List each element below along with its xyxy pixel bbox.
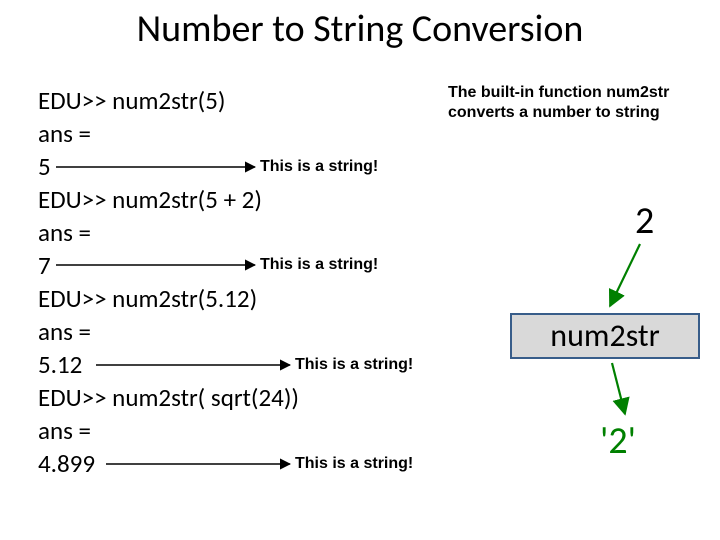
diagram-box: num2str: [510, 313, 700, 359]
code-line-2: ans =: [38, 118, 91, 149]
arrow-into-box: [610, 244, 640, 306]
arrow-out-of-box: [612, 363, 625, 414]
code-line-4: EDU>> num2str(5 + 2): [38, 184, 262, 215]
slide-title: Number to String Conversion: [0, 6, 720, 52]
code-line-3: 5: [38, 151, 51, 182]
code-line-10: EDU>> num2str( sqrt(24)): [38, 382, 299, 413]
description-text: The built-in function num2str converts a…: [448, 83, 698, 123]
diagram-output: '2': [600, 418, 636, 464]
code-line-11: ans =: [38, 415, 91, 446]
annotation-2: This is a string!: [260, 256, 378, 274]
slide: Number to String Conversion EDU>> num2st…: [0, 0, 720, 540]
code-line-12: 4.899: [38, 448, 95, 479]
code-line-6: 7: [38, 250, 51, 281]
diagram-input: 2: [635, 198, 654, 244]
code-line-5: ans =: [38, 217, 91, 248]
code-line-1: EDU>> num2str(5): [38, 85, 226, 116]
code-line-9: 5.12: [38, 349, 82, 380]
code-line-8: ans =: [38, 316, 91, 347]
annotation-1: This is a string!: [260, 158, 378, 176]
annotation-4: This is a string!: [295, 455, 413, 473]
code-line-7: EDU>> num2str(5.12): [38, 283, 257, 314]
annotation-3: This is a string!: [295, 356, 413, 374]
